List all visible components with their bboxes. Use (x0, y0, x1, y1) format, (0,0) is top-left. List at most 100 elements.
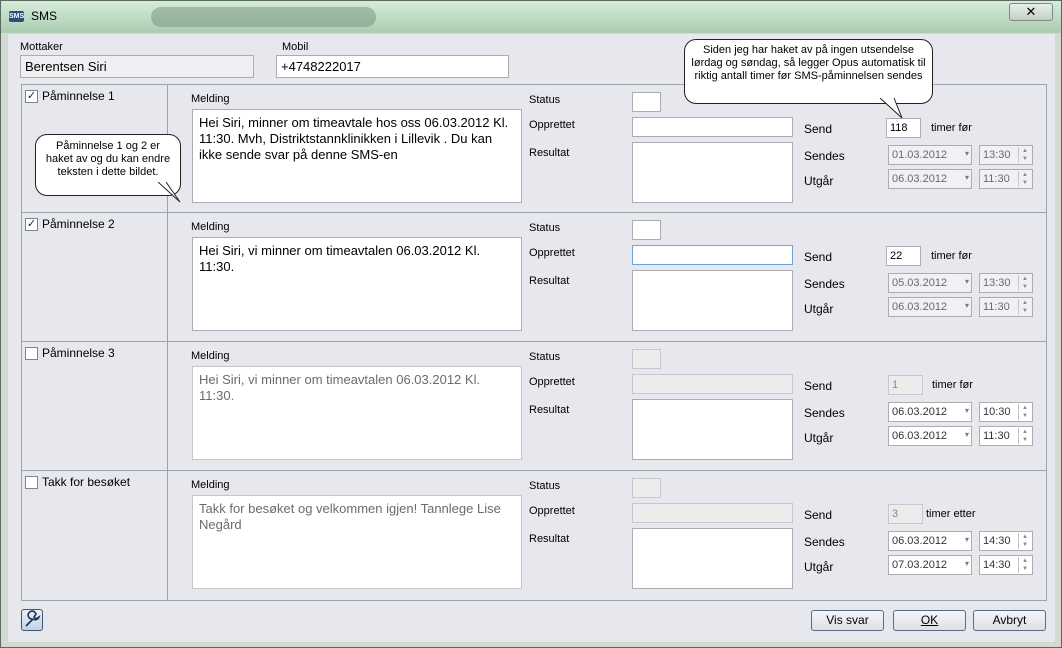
ok-button[interactable]: OK (893, 610, 966, 631)
sendes-time-spinner[interactable]: 13:30 ▲ ▼ (979, 145, 1033, 165)
resultat-label: Resultat (529, 275, 570, 287)
send-hours-input[interactable]: 1 (888, 375, 923, 395)
reminder-checkbox[interactable] (25, 476, 38, 489)
resultat-box (632, 399, 793, 460)
melding-label: Melding (191, 93, 230, 105)
spinner-arrows-icon[interactable]: ▲ ▼ (1018, 171, 1031, 187)
sendes-time-spinner[interactable]: 14:30 ▲ ▼ (979, 531, 1033, 551)
status-label: Status (529, 351, 561, 363)
status-label: Status (529, 94, 561, 106)
mobile-field[interactable]: +4748222017 (276, 55, 509, 78)
time-value: 13:30 (983, 149, 1011, 161)
utgar-date-picker[interactable]: 06.03.2012 ▾ (888, 297, 972, 317)
resultat-label: Resultat (529, 533, 570, 545)
utgar-date-picker[interactable]: 06.03.2012 ▾ (888, 426, 972, 446)
chevron-down-icon[interactable]: ▾ (965, 559, 969, 568)
chevron-down-icon[interactable]: ▾ (965, 149, 969, 158)
utgar-label: Utgår (804, 174, 834, 188)
spinner-arrows-icon[interactable]: ▲ ▼ (1018, 428, 1031, 444)
resultat-label: Resultat (529, 147, 570, 159)
close-button[interactable]: ✕ (1009, 3, 1053, 21)
vis-svar-button[interactable]: Vis svar (811, 610, 884, 631)
utgar-date-picker[interactable]: 07.03.2012 ▾ (888, 555, 972, 575)
spinner-arrows-icon[interactable]: ▲ ▼ (1018, 533, 1031, 549)
spin-down-icon[interactable]: ▼ (1022, 566, 1028, 572)
sendes-label: Sendes (804, 406, 845, 420)
spin-down-icon[interactable]: ▼ (1022, 542, 1028, 548)
spin-up-icon[interactable]: ▲ (1022, 276, 1028, 282)
sms-dialog: SMS SMS ✕ Mottaker Berentsen Siri Mobil … (0, 0, 1062, 648)
status-box (632, 92, 661, 112)
sendes-time-spinner[interactable]: 10:30 ▲ ▼ (979, 402, 1033, 422)
sendes-date-picker[interactable]: 06.03.2012 ▾ (888, 531, 972, 551)
spin-up-icon[interactable]: ▲ (1022, 405, 1028, 411)
spin-up-icon[interactable]: ▲ (1022, 148, 1028, 154)
utgar-time-spinner[interactable]: 11:30 ▲ ▼ (979, 169, 1033, 189)
message-textarea[interactable]: Takk for besøket og velkommen igjen! Tan… (192, 495, 522, 589)
message-textarea[interactable]: Hei Siri, vi minner om timeavtalen 06.03… (192, 237, 522, 331)
date-value: 01.03.2012 (892, 149, 948, 161)
send-unit-label: timer etter (926, 508, 976, 520)
utgar-time-spinner[interactable]: 14:30 ▲ ▼ (979, 555, 1033, 575)
sendes-date-picker[interactable]: 06.03.2012 ▾ (888, 402, 972, 422)
spin-up-icon[interactable]: ▲ (1022, 300, 1028, 306)
send-unit-label: timer før (931, 250, 972, 262)
send-hours-input[interactable]: 22 (886, 246, 921, 266)
wrench-icon[interactable] (21, 609, 43, 631)
spinner-arrows-icon[interactable]: ▲ ▼ (1018, 275, 1031, 291)
spin-up-icon[interactable]: ▲ (1022, 429, 1028, 435)
chevron-down-icon[interactable]: ▾ (965, 406, 969, 415)
utgar-label: Utgår (804, 560, 834, 574)
sendes-date-picker[interactable]: 05.03.2012 ▾ (888, 273, 972, 293)
send-label: Send (804, 508, 833, 522)
spin-up-icon[interactable]: ▲ (1022, 534, 1028, 540)
chevron-down-icon[interactable]: ▾ (965, 535, 969, 544)
chevron-down-icon[interactable]: ▾ (965, 301, 969, 310)
spin-down-icon[interactable]: ▼ (1022, 437, 1028, 443)
opprettet-label: Opprettet (529, 376, 575, 388)
utgar-time-spinner[interactable]: 11:30 ▲ ▼ (979, 426, 1033, 446)
status-label: Status (529, 480, 561, 492)
time-value: 10:30 (983, 406, 1011, 418)
avbryt-button[interactable]: Avbryt (973, 610, 1046, 631)
spin-up-icon[interactable]: ▲ (1022, 558, 1028, 564)
spin-down-icon[interactable]: ▼ (1022, 308, 1028, 314)
message-textarea[interactable]: Hei Siri, vi minner om timeavtalen 06.03… (192, 366, 522, 460)
opprettet-box (632, 117, 793, 137)
sendes-date-picker[interactable]: 01.03.2012 ▾ (888, 145, 972, 165)
melding-label: Melding (191, 221, 230, 233)
opprettet-box (632, 503, 793, 523)
utgar-label: Utgår (804, 431, 834, 445)
utgar-date-picker[interactable]: 06.03.2012 ▾ (888, 169, 972, 189)
date-value: 07.03.2012 (892, 559, 948, 571)
spinner-arrows-icon[interactable]: ▲ ▼ (1018, 147, 1031, 163)
spin-down-icon[interactable]: ▼ (1022, 180, 1028, 186)
sendes-time-spinner[interactable]: 13:30 ▲ ▼ (979, 273, 1033, 293)
send-label: Send (804, 379, 833, 393)
reminder-checkbox[interactable]: ✓ (25, 90, 38, 103)
spin-down-icon[interactable]: ▼ (1022, 284, 1028, 290)
resultat-box (632, 270, 793, 331)
utgar-time-spinner[interactable]: 11:30 ▲ ▼ (979, 297, 1033, 317)
spin-up-icon[interactable]: ▲ (1022, 172, 1028, 178)
spin-down-icon[interactable]: ▼ (1022, 413, 1028, 419)
reminder-name: Påminnelse 1 (42, 89, 115, 103)
time-value: 11:30 (983, 173, 1010, 185)
dialog-body: Mottaker Berentsen Siri Mobil +474822201… (8, 34, 1055, 642)
chevron-down-icon[interactable]: ▾ (965, 173, 969, 182)
message-textarea[interactable]: Hei Siri, minner om timeavtale hos oss 0… (192, 109, 522, 203)
reminder-checkbox[interactable] (25, 347, 38, 360)
date-value: 06.03.2012 (892, 301, 948, 313)
chevron-down-icon[interactable]: ▾ (965, 430, 969, 439)
row-divider (21, 212, 1047, 213)
send-hours-input[interactable]: 3 (888, 504, 923, 524)
spinner-arrows-icon[interactable]: ▲ ▼ (1018, 557, 1031, 573)
chevron-down-icon[interactable]: ▾ (965, 277, 969, 286)
spinner-arrows-icon[interactable]: ▲ ▼ (1018, 299, 1031, 315)
reminder-checkbox[interactable]: ✓ (25, 218, 38, 231)
date-value: 05.03.2012 (892, 277, 948, 289)
resultat-label: Resultat (529, 404, 570, 416)
spinner-arrows-icon[interactable]: ▲ ▼ (1018, 404, 1031, 420)
spin-down-icon[interactable]: ▼ (1022, 156, 1028, 162)
opprettet-box (632, 374, 793, 394)
